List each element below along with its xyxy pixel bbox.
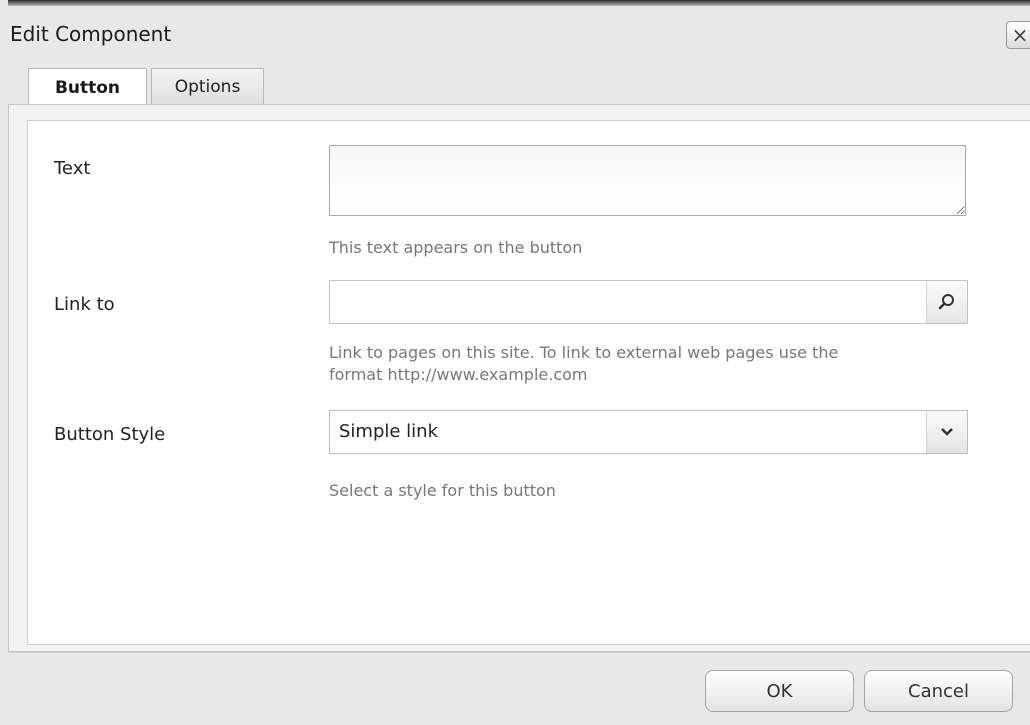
footer-divider <box>8 652 1030 653</box>
link-hint-line-1: Link to pages on this site. To link to e… <box>329 343 839 362</box>
search-icon <box>938 294 954 310</box>
link-to-input[interactable] <box>330 281 930 323</box>
tab-button[interactable]: Button <box>28 68 147 106</box>
edit-component-dialog: Edit Component × Button Options Text Thi… <box>0 0 1030 725</box>
dialog-title: Edit Component <box>10 22 172 46</box>
close-icon: × <box>1011 23 1029 47</box>
text-input[interactable] <box>329 145 966 216</box>
button-style-hint: Select a style for this button <box>329 481 556 500</box>
text-label: Text <box>54 158 91 179</box>
tab-options[interactable]: Options <box>151 68 264 105</box>
window-top-shadow <box>8 0 1030 6</box>
button-style-selected-value: Simple link <box>339 421 439 442</box>
link-to-label: Link to <box>54 294 115 315</box>
chevron-down-icon <box>941 428 953 436</box>
tab-bar: Button Options <box>28 68 268 106</box>
button-style-label: Button Style <box>54 424 166 445</box>
link-hint-line-2: format http://www.example.com <box>329 365 588 384</box>
link-to-field <box>329 280 968 324</box>
close-button[interactable]: × <box>1006 21 1030 49</box>
link-search-button[interactable] <box>926 281 967 323</box>
button-style-select[interactable]: Simple link <box>329 410 968 454</box>
ok-button[interactable]: OK <box>705 670 854 712</box>
button-style-dropdown-button[interactable] <box>926 411 967 453</box>
cancel-button[interactable]: Cancel <box>864 670 1013 712</box>
text-hint: This text appears on the button <box>329 238 583 257</box>
